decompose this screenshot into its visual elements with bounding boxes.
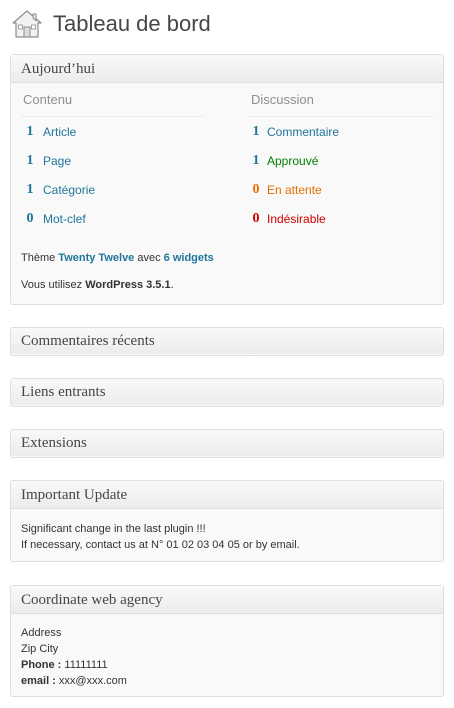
discussion-column: Discussion 1 Commentaire 1 Approuvé 0 En… <box>249 92 433 233</box>
article-count[interactable]: 1 <box>21 124 39 140</box>
right-now-columns: Contenu 1 Article 1 Page 1 Catégorie 0 M… <box>21 83 433 233</box>
version-suffix: . <box>170 279 174 291</box>
content-row-page[interactable]: 1 Page <box>21 146 205 175</box>
category-count[interactable]: 1 <box>21 182 39 198</box>
discussion-row-comments[interactable]: 1 Commentaire <box>249 117 433 146</box>
page-count[interactable]: 1 <box>21 153 39 169</box>
spam-link[interactable]: Indésirable <box>267 212 326 226</box>
article-link[interactable]: Article <box>43 125 76 139</box>
comments-link[interactable]: Commentaire <box>267 125 339 139</box>
agency-email: email : xxx@xxx.com <box>21 673 433 689</box>
important-update-line-2: If necessary, contact us at N° 01 02 03 … <box>21 539 300 551</box>
approved-link[interactable]: Approuvé <box>267 154 318 168</box>
agency-widget: Coordinate web agency Address Zip City P… <box>10 585 444 697</box>
email-label: email : <box>21 675 56 687</box>
version-prefix: Vous utilisez <box>21 279 86 291</box>
phone-label: Phone : <box>21 659 62 671</box>
page-header: Tableau de bord <box>11 6 441 42</box>
comment-count[interactable]: 1 <box>249 124 263 140</box>
discussion-row-spam[interactable]: 0 Indésirable <box>249 204 433 233</box>
email-value: xxx@xxx.com <box>55 675 127 687</box>
content-row-tag[interactable]: 0 Mot-clef <box>21 204 205 233</box>
agency-phone: Phone : 11111111 <box>21 657 433 673</box>
theme-link[interactable]: Twenty Twelve <box>58 252 134 264</box>
discussion-row-pending[interactable]: 0 En attente <box>249 175 433 204</box>
discussion-heading: Discussion <box>249 92 433 117</box>
agency-body: Address Zip City Phone : 11111111 email … <box>11 614 443 689</box>
incoming-links-widget[interactable]: Liens entrants <box>10 378 444 407</box>
extensions-title[interactable]: Extensions <box>11 430 443 456</box>
spam-count[interactable]: 0 <box>249 211 263 227</box>
tag-link[interactable]: Mot-clef <box>43 212 86 226</box>
extensions-widget[interactable]: Extensions <box>10 429 444 458</box>
version-info: Vous utilisez WordPress 3.5.1. <box>21 279 433 291</box>
page-link[interactable]: Page <box>43 154 71 168</box>
right-now-title[interactable]: Aujourd’hui <box>11 55 443 83</box>
phone-value: 11111111 <box>61 659 108 671</box>
agency-address: Address <box>21 627 62 639</box>
important-update-body: Significant change in the last plugin !!… <box>11 509 443 553</box>
important-update-title[interactable]: Important Update <box>11 481 443 509</box>
recent-comments-widget[interactable]: Commentaires récents <box>10 327 444 356</box>
agency-zip-city: Zip City <box>21 643 59 655</box>
content-heading: Contenu <box>21 92 205 117</box>
content-row-article[interactable]: 1 Article <box>21 117 205 146</box>
home-icon <box>12 10 42 38</box>
pending-link[interactable]: En attente <box>267 183 322 197</box>
agency-title[interactable]: Coordinate web agency <box>11 586 443 614</box>
approved-count[interactable]: 1 <box>249 153 263 169</box>
content-row-category[interactable]: 1 Catégorie <box>21 175 205 204</box>
right-now-body: Contenu 1 Article 1 Page 1 Catégorie 0 M… <box>11 83 443 291</box>
theme-middle: avec <box>134 252 164 264</box>
page-title: Tableau de bord <box>53 11 211 36</box>
important-update-line-1: Significant change in the last plugin !!… <box>21 523 206 535</box>
tag-count[interactable]: 0 <box>21 211 39 227</box>
content-column: Contenu 1 Article 1 Page 1 Catégorie 0 M… <box>21 92 205 233</box>
theme-info: Thème Twenty Twelve avec 6 widgets <box>21 252 433 264</box>
recent-comments-title[interactable]: Commentaires récents <box>11 328 443 354</box>
discussion-row-approved[interactable]: 1 Approuvé <box>249 146 433 175</box>
theme-prefix: Thème <box>21 252 59 264</box>
pending-count[interactable]: 0 <box>249 182 263 198</box>
important-update-widget: Important Update Significant change in t… <box>10 480 444 562</box>
dashboard-page: Tableau de bord Aujourd’hui Contenu 1 Ar… <box>0 0 454 708</box>
incoming-links-title[interactable]: Liens entrants <box>11 379 443 405</box>
category-link[interactable]: Catégorie <box>43 183 95 197</box>
right-now-widget: Aujourd’hui Contenu 1 Article 1 Page 1 C… <box>10 54 444 305</box>
widgets-link[interactable]: 6 widgets <box>164 252 214 264</box>
version-name: WordPress 3.5.1 <box>85 279 171 291</box>
